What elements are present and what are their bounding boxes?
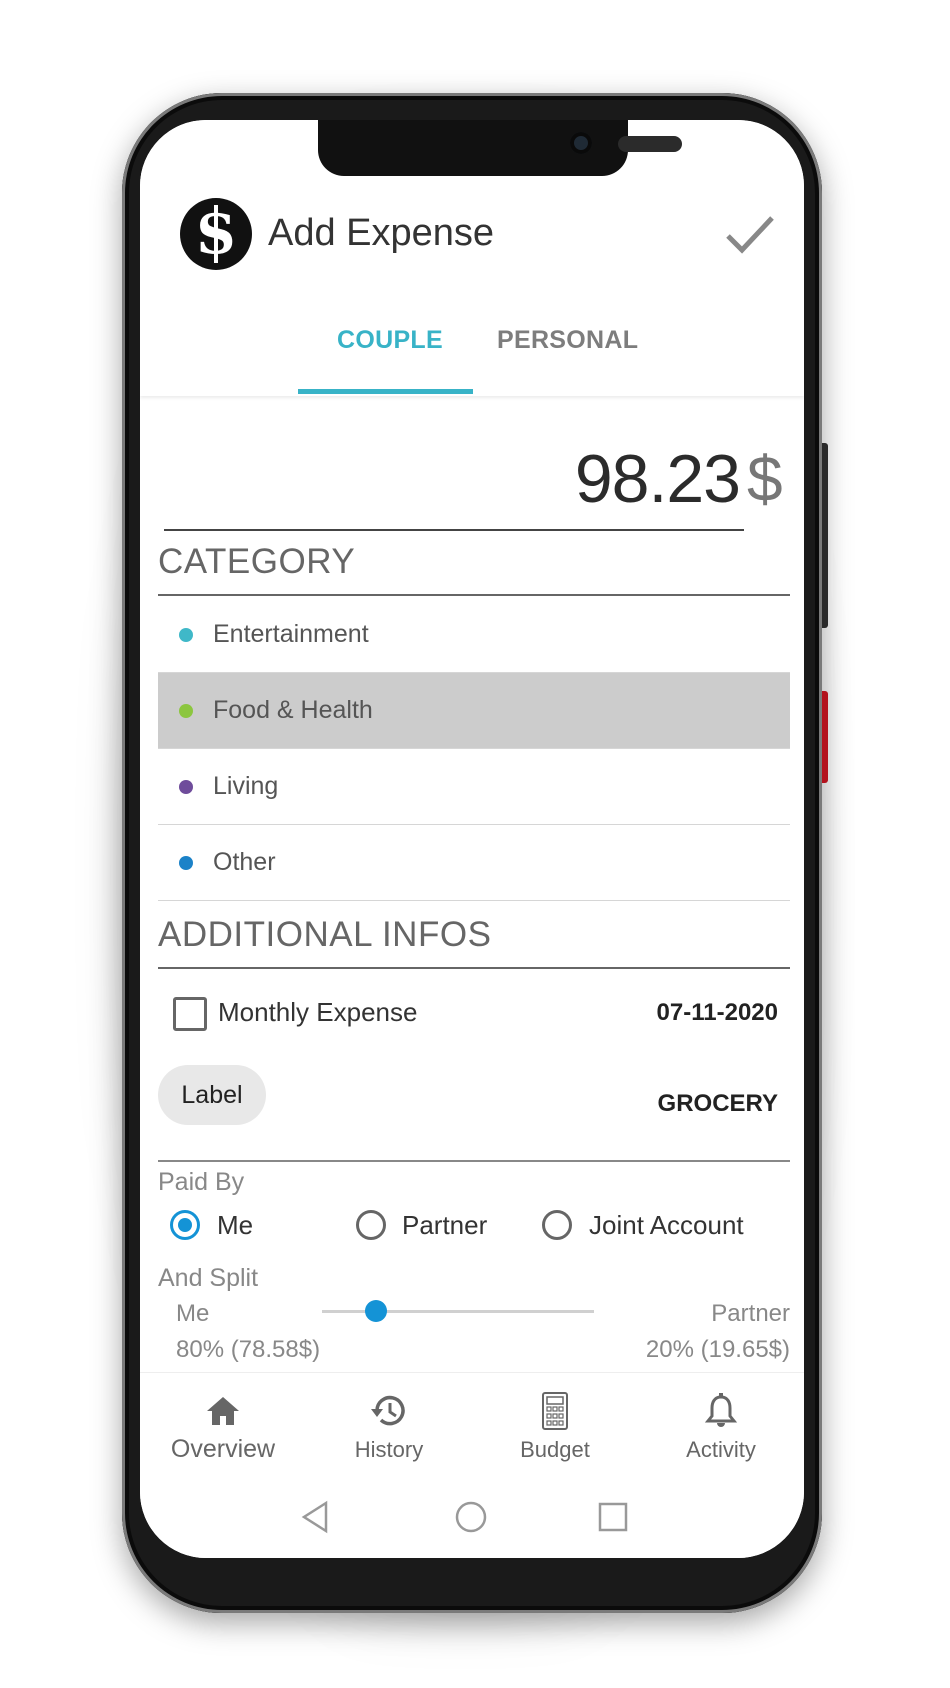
amount-underline (164, 529, 744, 531)
date-field[interactable]: 07-11-2020 (560, 999, 778, 1027)
amount-input[interactable]: 98.23 (440, 440, 741, 518)
category-label: Living (213, 772, 279, 800)
recents-icon[interactable] (596, 1500, 630, 1534)
category-heading: CATEGORY (158, 542, 356, 581)
label-input[interactable]: GROCERY (560, 1090, 778, 1118)
nav-label: Activity (686, 1437, 756, 1462)
category-label: Entertainment (213, 620, 369, 648)
nav-label: Budget (520, 1437, 590, 1462)
category-divider (158, 594, 790, 596)
category-item-other[interactable]: Other (158, 825, 790, 901)
back-icon[interactable] (298, 1500, 332, 1534)
radio-paid-by-me[interactable] (170, 1210, 200, 1240)
radio-paid-by-joint-account[interactable] (542, 1210, 572, 1240)
additional-infos-heading: ADDITIONAL INFOS (158, 915, 492, 954)
radio-label-partner: Partner (402, 1210, 488, 1240)
power-button (822, 691, 828, 783)
split-me-name: Me (176, 1300, 210, 1327)
dollar-logo-icon: S (180, 198, 252, 270)
category-color-dot (179, 780, 193, 794)
nav-overview[interactable]: Overview (140, 1373, 306, 1481)
radio-paid-by-partner[interactable] (356, 1210, 386, 1240)
monthly-expense-checkbox[interactable] (173, 997, 207, 1031)
category-label: Food & Health (213, 696, 373, 724)
speaker-grille (618, 136, 682, 152)
category-list: Entertainment Food & Health Living Other (158, 597, 790, 901)
camera-icon (570, 132, 592, 154)
split-heading: And Split (158, 1264, 259, 1292)
category-color-dot (179, 704, 193, 718)
volume-button (822, 443, 828, 628)
home-icon (207, 1397, 239, 1425)
category-color-dot (179, 628, 193, 642)
category-item-entertainment[interactable]: Entertainment (158, 597, 790, 673)
split-partner-name: Partner (711, 1300, 790, 1327)
history-icon (371, 1395, 405, 1426)
nav-label: Overview (170, 1435, 276, 1463)
radio-label-me: Me (217, 1210, 254, 1240)
category-label: Other (213, 848, 276, 876)
calculator-icon (542, 1392, 568, 1430)
tab-indicator (298, 389, 473, 394)
nav-label: History (354, 1437, 424, 1462)
home-button-icon[interactable] (454, 1500, 488, 1534)
category-item-living[interactable]: Living (158, 749, 790, 825)
tab-couple[interactable]: COUPLE (337, 326, 443, 355)
category-item-food-health[interactable]: Food & Health (158, 673, 790, 749)
additional-infos-divider (158, 967, 790, 969)
bell-icon (704, 1393, 738, 1427)
split-me-value: 80% (78.58$) (176, 1336, 321, 1363)
split-slider-track[interactable] (322, 1310, 594, 1313)
nav-history[interactable]: History (306, 1373, 472, 1481)
radio-label-joint-account: Joint Account (589, 1210, 744, 1240)
phone-screen: S Add Expense COUPLE PERSONAL 98.23 $ CA… (140, 120, 804, 1558)
category-color-dot (179, 856, 193, 870)
split-partner-value: 20% (19.65$) (645, 1336, 790, 1363)
tab-personal[interactable]: PERSONAL (497, 326, 638, 355)
paid-by-heading: Paid By (158, 1168, 245, 1196)
page-title: Add Expense (268, 212, 495, 254)
system-navigation-bar (140, 1480, 804, 1558)
bottom-navigation: Overview History Budget Activity (140, 1372, 804, 1481)
label-chip[interactable]: Label (158, 1065, 266, 1125)
nav-budget[interactable]: Budget (472, 1373, 638, 1481)
nav-activity[interactable]: Activity (638, 1373, 804, 1481)
phone-notch (318, 120, 682, 176)
currency-symbol: $ (747, 443, 783, 515)
split-slider-thumb[interactable] (365, 1300, 388, 1322)
label-underline (158, 1160, 790, 1162)
check-icon[interactable] (725, 214, 775, 256)
monthly-expense-label: Monthly Expense (218, 997, 418, 1027)
